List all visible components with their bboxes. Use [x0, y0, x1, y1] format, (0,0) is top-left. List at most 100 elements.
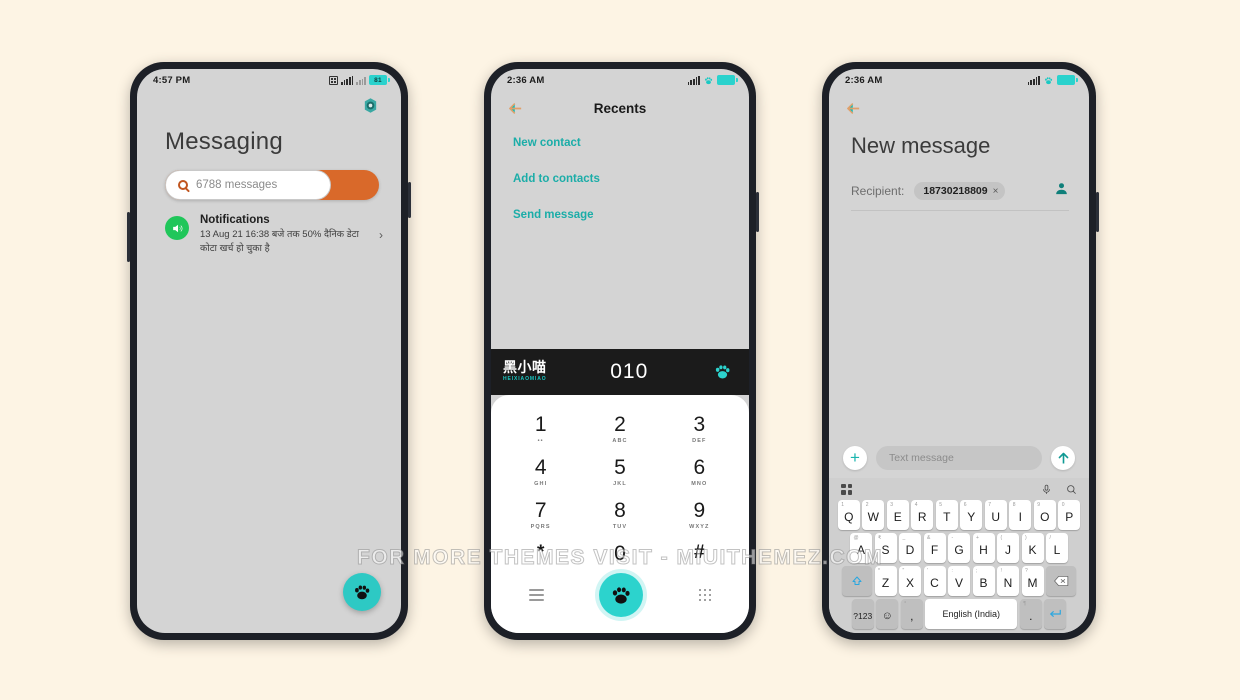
- key-g[interactable]: -G: [948, 533, 970, 563]
- key-digit: 9: [693, 498, 706, 522]
- phone3-status-bar: 2:36 AM: [829, 69, 1089, 91]
- key-t[interactable]: 5T: [935, 500, 958, 530]
- phone2-power-button[interactable]: [756, 192, 759, 232]
- call-button[interactable]: [599, 573, 644, 617]
- key-label: L: [1053, 543, 1061, 557]
- chevron-right-icon[interactable]: ›: [379, 228, 383, 242]
- dialpad-key-0[interactable]: 0: [580, 536, 659, 571]
- key-y[interactable]: 6Y: [960, 500, 983, 530]
- dialpad-key-hash[interactable]: #: [660, 536, 739, 571]
- key-q[interactable]: 1Q: [837, 500, 860, 530]
- key-u[interactable]: 7U: [984, 500, 1007, 530]
- key-z[interactable]: * Z: [874, 566, 897, 596]
- link-send-message[interactable]: Send message: [513, 209, 749, 221]
- phone1-power-button[interactable]: [408, 182, 411, 218]
- key-a[interactable]: @ A: [850, 533, 872, 563]
- key-n[interactable]: ! N: [997, 566, 1019, 596]
- key-sup: -: [951, 535, 954, 541]
- dialpad-key-3[interactable]: 3 DEF: [660, 407, 739, 450]
- gear-icon: [364, 98, 377, 113]
- dialpad-key-1[interactable]: 1 ••: [501, 407, 580, 450]
- dialpad-key-9[interactable]: 9 WXYZ: [660, 493, 739, 536]
- key-sup: /: [1049, 535, 1051, 541]
- settings-button[interactable]: [362, 97, 379, 114]
- screenshot-stage: 4:57 PM 81 Messaging 6788 messages Notif…: [0, 0, 1240, 700]
- comma-key[interactable]: °,: [900, 599, 923, 629]
- dialpad-key-star[interactable]: *: [501, 536, 580, 571]
- key-p[interactable]: 0P: [1058, 500, 1081, 530]
- notification-row[interactable]: Notifications 13 Aug 21 16:38 बजे तक 50%…: [137, 200, 401, 256]
- emoji-key[interactable]: ☺: [876, 599, 899, 629]
- key-o[interactable]: 9O: [1033, 500, 1056, 530]
- recipient-chip[interactable]: 18730218809 ×: [914, 182, 1006, 200]
- key-e[interactable]: 3E: [886, 500, 909, 530]
- phone3-screen: 2:36 AM New message Recipient: 187302188…: [829, 69, 1089, 633]
- dialpad-key-4[interactable]: 4 GHI: [501, 450, 580, 493]
- key-label: G: [954, 543, 964, 557]
- key-sup: ¶: [1023, 601, 1026, 607]
- key-b[interactable]: ; B: [972, 566, 995, 596]
- hamburger-icon[interactable]: [528, 589, 544, 601]
- space-key[interactable]: English (India): [925, 599, 1018, 629]
- key-digit: *: [536, 541, 545, 563]
- key-f[interactable]: & F: [923, 533, 946, 563]
- symbols-key[interactable]: ?123: [851, 599, 874, 629]
- key-label: .: [1029, 609, 1033, 623]
- add-attachment-button[interactable]: +: [843, 446, 867, 470]
- paw-icon: [705, 76, 713, 84]
- key-sup: 3: [890, 502, 894, 508]
- key-sup: 1: [841, 502, 845, 508]
- search-input[interactable]: 6788 messages: [165, 170, 331, 200]
- key-c[interactable]: ' C: [923, 566, 946, 596]
- grid-icon[interactable]: [841, 483, 852, 495]
- key-x[interactable]: " X: [899, 566, 921, 596]
- key-h[interactable]: + H: [972, 533, 995, 563]
- message-input[interactable]: Text message: [876, 446, 1042, 470]
- backspace-glyph: [1053, 575, 1068, 587]
- key-digit: 8: [614, 498, 626, 522]
- dialpad-icon[interactable]: [698, 588, 712, 602]
- key-sup: +: [976, 535, 979, 541]
- paw-icon[interactable]: [712, 361, 733, 382]
- key-label: N: [1003, 576, 1013, 590]
- enter-key[interactable]: [1044, 599, 1067, 629]
- key-label: ,: [910, 609, 914, 623]
- key-v[interactable]: :V: [948, 566, 970, 596]
- phone1-volume-button[interactable]: [127, 212, 130, 262]
- mic-icon[interactable]: [1041, 484, 1052, 495]
- back-arrow-icon[interactable]: [845, 100, 862, 117]
- dialpad-key-2[interactable]: 2 ABC: [580, 407, 659, 450]
- dialpad-key-7[interactable]: 7 PQRS: [501, 493, 580, 536]
- compose-fab-button[interactable]: [343, 573, 381, 611]
- dialer-header: 黑小喵 HEIXIAOMIAO 010: [491, 348, 749, 395]
- link-new-contact[interactable]: New contact: [513, 137, 749, 149]
- phone3-power-button[interactable]: [1096, 192, 1099, 232]
- search-bar[interactable]: 6788 messages: [165, 170, 379, 200]
- key-sublabel: DEF: [692, 437, 707, 444]
- key-s[interactable]: ₹ S: [874, 533, 897, 563]
- key-sup: &: [927, 535, 931, 541]
- period-key[interactable]: ¶.: [1019, 599, 1042, 629]
- key-l[interactable]: / L: [1046, 533, 1068, 563]
- search-icon[interactable]: [1066, 484, 1077, 495]
- link-add-to-contacts[interactable]: Add to contacts: [513, 173, 749, 185]
- recipient-field[interactable]: Recipient: 18730218809 ×: [851, 181, 1069, 211]
- key-w[interactable]: 2W: [862, 500, 885, 530]
- key-label: Q: [844, 510, 854, 524]
- key-r[interactable]: 4R: [911, 500, 934, 530]
- send-button[interactable]: [1051, 446, 1075, 470]
- key-i[interactable]: 8I: [1009, 500, 1032, 530]
- key-j[interactable]: (J: [997, 533, 1019, 563]
- close-icon[interactable]: ×: [993, 186, 999, 197]
- key-sup: 8: [1012, 502, 1016, 508]
- key-k[interactable]: ) K: [1021, 533, 1044, 563]
- dialpad-key-8[interactable]: 8 TUV: [580, 493, 659, 536]
- key-m[interactable]: ? M: [1021, 566, 1044, 596]
- dialpad-key-6[interactable]: 6 MNO: [660, 450, 739, 493]
- shift-icon[interactable]: [842, 566, 872, 596]
- key-sup: (: [1000, 535, 1003, 541]
- key-d[interactable]: _ D: [899, 533, 921, 563]
- backspace-icon[interactable]: [1046, 566, 1076, 596]
- dialpad-key-5[interactable]: 5 JKL: [580, 450, 659, 493]
- person-icon[interactable]: [1054, 181, 1069, 201]
